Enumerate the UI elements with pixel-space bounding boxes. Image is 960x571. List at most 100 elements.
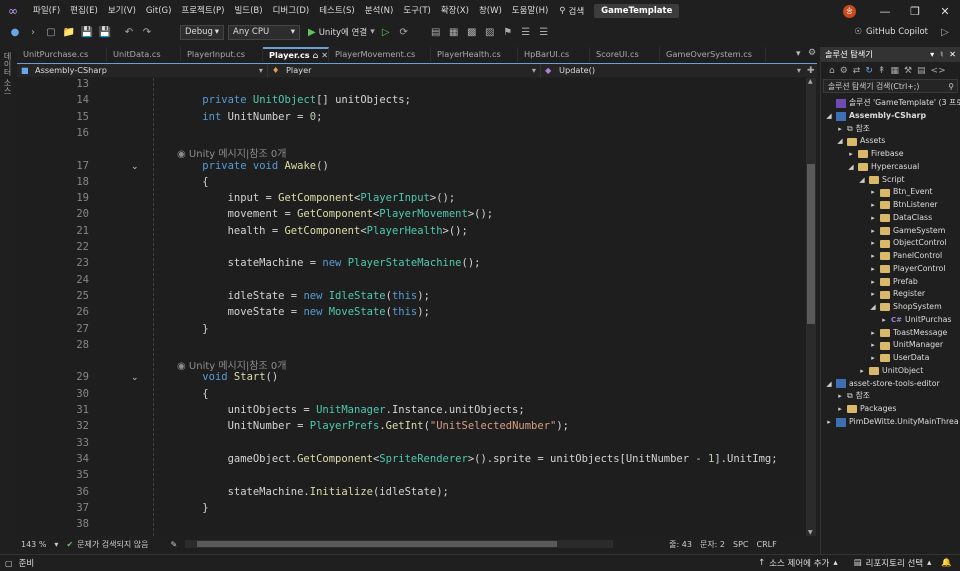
visual-studio-logo-icon[interactable]: ∞ xyxy=(6,4,20,18)
scroll-up-icon[interactable]: ▲ xyxy=(808,78,813,85)
tab-list-icon[interactable]: ▾ xyxy=(796,49,801,59)
tree-item[interactable]: ▸ DataClass xyxy=(869,212,932,225)
tree-item[interactable]: ▸ Register xyxy=(869,288,925,301)
menu-item[interactable]: Git(G) xyxy=(141,0,177,22)
wrench-icon[interactable]: ⚒ xyxy=(904,66,912,76)
start-without-debug-icon[interactable]: ▷ xyxy=(379,27,393,38)
collapsed-arrow-icon[interactable]: ▸ xyxy=(869,250,877,263)
menu-item[interactable]: 보기(V) xyxy=(103,0,141,22)
feedback-icon[interactable]: ▷ xyxy=(938,27,952,38)
editor-horizontal-scrollbar[interactable] xyxy=(185,540,614,548)
class-dropdown[interactable]: ♦ Player ▾ xyxy=(267,63,540,78)
github-copilot-button[interactable]: ☉ GitHub Copilot xyxy=(854,27,928,37)
save-all-icon[interactable]: 💾 xyxy=(98,27,112,38)
toolbar-icon-b[interactable]: ▦ xyxy=(447,27,461,38)
tree-item[interactable]: ▸ UnitObject xyxy=(858,365,923,378)
collapsed-arrow-icon[interactable]: ▸ xyxy=(869,288,877,301)
tree-item[interactable]: ▸ BtnListener xyxy=(869,199,938,212)
editor-vertical-scrollbar[interactable]: ▲ ▼ xyxy=(806,78,816,536)
chevron-down-icon[interactable]: ▾ xyxy=(930,47,934,62)
tree-item[interactable]: ▸ ObjectControl xyxy=(869,237,947,250)
uncomment-icon[interactable]: ☰ xyxy=(537,27,551,38)
close-icon[interactable]: ✕ xyxy=(930,5,960,18)
code-line[interactable]: { xyxy=(177,176,208,188)
tree-item[interactable]: ▸ Btn_Event xyxy=(869,186,933,199)
collapsed-arrow-icon[interactable]: ▸ xyxy=(836,123,844,136)
collapsed-arrow-icon[interactable]: ▸ xyxy=(847,148,855,161)
tree-item[interactable]: ◢ Hypercasual xyxy=(847,161,919,174)
code-view-icon[interactable]: <> xyxy=(931,66,946,76)
codelens-hint[interactable]: ◉ Unity 메시지|참조 0개 xyxy=(177,357,286,372)
tree-item[interactable]: ▸ GameSystem xyxy=(869,225,945,238)
menu-item[interactable]: 도구(T) xyxy=(398,0,435,22)
tab-unitdata-cs[interactable]: UnitData.cs xyxy=(107,47,181,62)
preview-icon[interactable]: ▤ xyxy=(917,66,926,76)
collapsed-arrow-icon[interactable]: ▸ xyxy=(869,327,877,340)
menu-item[interactable]: 도움말(H) xyxy=(507,0,553,22)
expanded-arrow-icon[interactable]: ◢ xyxy=(825,110,833,123)
code-line[interactable]: input = GetComponent<PlayerInput>(); xyxy=(177,192,456,204)
minimize-icon[interactable]: — xyxy=(870,5,900,18)
code-line[interactable]: int UnitNumber = 0; xyxy=(177,111,322,123)
code-line[interactable]: UnitNumber = PlayerPrefs.GetInt("UnitSel… xyxy=(177,420,569,432)
collapsed-arrow-icon[interactable]: ▸ xyxy=(869,263,877,276)
close-icon[interactable]: ✕ xyxy=(949,47,956,62)
tree-item[interactable]: ▸ PanelControl xyxy=(869,250,942,263)
tree-item[interactable]: ◢ ShopSystem xyxy=(869,301,942,314)
collapsed-arrow-icon[interactable]: ▸ xyxy=(869,339,877,352)
toolbar-icon-a[interactable]: ▤ xyxy=(429,27,443,38)
code-line[interactable]: unitObjects = UnitManager.Instance.unitO… xyxy=(177,404,525,416)
expanded-arrow-icon[interactable]: ◢ xyxy=(847,161,855,174)
menu-item[interactable]: 편집(E) xyxy=(65,0,103,22)
expanded-arrow-icon[interactable]: ◢ xyxy=(836,135,844,148)
comment-icon[interactable]: ☰ xyxy=(519,27,533,38)
code-line[interactable]: void Start() xyxy=(177,371,278,383)
code-line[interactable]: stateMachine = new PlayerStateMachine(); xyxy=(177,257,481,269)
chevron-down-icon[interactable]: ▾ xyxy=(50,540,62,549)
scroll-down-icon[interactable]: ▼ xyxy=(808,529,813,536)
solution-search-input[interactable]: 솔루션 탐색기 검색(Ctrl+;) ⚲ xyxy=(823,79,958,93)
tree-item[interactable]: ▸ Packages xyxy=(836,403,896,416)
char-number[interactable]: 문자: 2 xyxy=(696,539,729,550)
collapsed-arrow-icon[interactable]: ▸ xyxy=(858,365,866,378)
tree-item[interactable]: ▸ Firebase xyxy=(847,148,904,161)
code-line[interactable]: private UnitObject[] unitObjects; xyxy=(177,94,411,106)
menu-item[interactable]: 테스트(S) xyxy=(314,0,360,22)
collapsed-arrow-icon[interactable]: ▸ xyxy=(869,237,877,250)
switch-view-icon[interactable]: ⚙ xyxy=(840,66,848,76)
code-line[interactable]: { xyxy=(177,388,208,400)
line-number[interactable]: 줄: 43 xyxy=(665,539,696,550)
collapsed-arrow-icon[interactable]: ▸ xyxy=(869,212,877,225)
scrollbar-thumb[interactable] xyxy=(807,164,815,324)
close-tab-icon[interactable]: ⌂ ✕ xyxy=(310,50,329,60)
issues-status[interactable]: 문제가 검색되지 않음 xyxy=(77,539,152,550)
collapsed-arrow-icon[interactable]: ▸ xyxy=(836,403,844,416)
menu-item[interactable]: 프로젝트(P) xyxy=(176,0,229,22)
tab-playerhealth-cs[interactable]: PlayerHealth.cs xyxy=(431,47,518,62)
start-debug-button[interactable]: ▶ Unity에 연결 ▾ xyxy=(308,26,375,39)
member-dropdown[interactable]: ◆ Update() ▾ xyxy=(540,63,805,78)
new-item-icon[interactable]: ▢ xyxy=(44,27,58,38)
tree-item[interactable]: ▸ UserData xyxy=(869,352,929,365)
add-source-control-button[interactable]: 소스 제어에 추가 xyxy=(769,557,829,569)
expanded-arrow-icon[interactable]: ◢ xyxy=(858,174,866,187)
select-repository-button[interactable]: 리포지토리 선택 xyxy=(866,557,923,569)
expanded-arrow-icon[interactable]: ◢ xyxy=(825,378,833,391)
restore-icon[interactable]: ❐ xyxy=(900,5,930,18)
chevron-up-icon[interactable]: ▴ xyxy=(927,558,931,568)
whitespace-mode[interactable]: SPC xyxy=(729,540,753,549)
tree-item[interactable]: ▸ PimDeWitte.UnityMainThrea xyxy=(825,416,959,429)
code-line[interactable]: } xyxy=(177,502,208,514)
menu-item[interactable]: 디버그(D) xyxy=(268,0,315,22)
collapsed-arrow-icon[interactable]: ▸ xyxy=(869,352,877,365)
home-icon[interactable]: ⌂ xyxy=(829,66,835,76)
chevron-up-icon[interactable]: ▴ xyxy=(833,558,837,568)
show-all-files-icon[interactable]: ▦ xyxy=(890,66,899,76)
project-dropdown[interactable]: ■ Assembly-CSharp ▾ xyxy=(17,64,267,78)
tree-item[interactable]: ▸ ⧉ 참조 xyxy=(836,390,870,403)
tree-item[interactable]: ▸ Prefab xyxy=(869,276,918,289)
collapsed-arrow-icon[interactable]: ▸ xyxy=(880,314,888,327)
tree-item[interactable]: 솔루션 'GameTemplate' (3 프로 xyxy=(825,97,960,110)
fold-chevron-icon[interactable]: ⌄ xyxy=(131,373,139,383)
tab-gameoversystem-cs[interactable]: GameOverSystem.cs xyxy=(660,47,766,62)
